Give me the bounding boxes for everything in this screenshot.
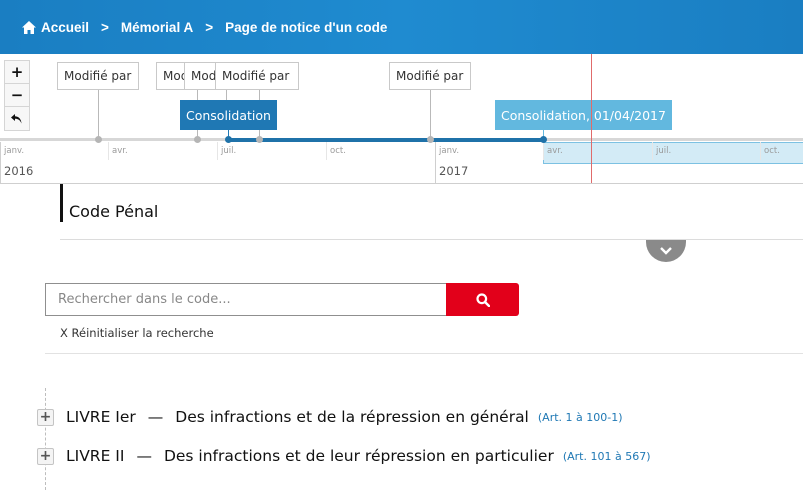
month-label: janv. xyxy=(4,146,25,156)
zoom-controls: + − xyxy=(4,60,30,131)
reset-search-link[interactable]: X Réinitialiser la recherche xyxy=(60,326,214,340)
year-tick xyxy=(435,142,436,183)
zoom-out-button[interactable]: − xyxy=(5,84,29,107)
zoom-in-button[interactable]: + xyxy=(5,61,29,84)
code-title: Code Pénal xyxy=(60,184,158,222)
month-label: juil. xyxy=(656,146,672,156)
month-tick xyxy=(760,142,761,160)
breadcrumb-separator: > xyxy=(101,19,109,35)
tree-item-number: LIVRE II xyxy=(66,447,125,465)
breadcrumb-separator: > xyxy=(205,19,214,35)
month-label: avr. xyxy=(112,146,128,156)
tree-item-range: (Art. 1 à 100-1) xyxy=(537,410,623,424)
event-modified-4[interactable]: Modifié par xyxy=(215,62,299,90)
breadcrumb-bar: Accueil > Mémorial A > Page de notice d'… xyxy=(0,0,803,54)
search-icon xyxy=(475,292,490,307)
breadcrumb-item-current: Page de notice d'un code xyxy=(225,19,388,35)
expand-toggle-button[interactable] xyxy=(646,240,686,262)
event-connector xyxy=(98,90,99,138)
breadcrumb-item-memorial[interactable]: Mémorial A xyxy=(121,20,193,35)
consolidation-future[interactable]: Consolidation, 01/04/2017 xyxy=(495,100,672,130)
event-modified-1[interactable]: Modifié par xyxy=(57,62,139,90)
version-timeline[interactable]: janv. avr. juil. oct. janv. avr. juil. o… xyxy=(0,54,803,184)
event-modified-5[interactable]: Modifié par xyxy=(389,62,471,90)
breadcrumb-home[interactable]: Accueil xyxy=(22,20,89,35)
month-tick xyxy=(543,142,544,160)
undo-icon xyxy=(11,113,22,123)
event-marker[interactable] xyxy=(427,136,434,143)
tree-item-dash: — xyxy=(136,447,152,465)
tree-item-livre-2[interactable]: + LIVRE II — Des infractions et de leur … xyxy=(37,447,651,465)
search-button[interactable] xyxy=(446,283,519,316)
event-marker[interactable] xyxy=(95,136,102,143)
tree-item-livre-1[interactable]: + LIVRE Ier — Des infractions et de la r… xyxy=(37,408,623,426)
consolidation-marker[interactable] xyxy=(225,136,232,143)
expand-plus-icon[interactable]: + xyxy=(37,408,54,426)
tree-item-number: LIVRE Ier xyxy=(66,408,136,426)
month-tick xyxy=(108,142,109,160)
reset-view-button[interactable] xyxy=(5,107,29,130)
event-marker[interactable] xyxy=(256,136,263,143)
month-tick xyxy=(326,142,327,160)
expand-plus-icon[interactable]: + xyxy=(37,447,54,465)
month-tick xyxy=(652,142,653,160)
consolidation-current[interactable]: Consolidation xyxy=(180,100,277,130)
event-marker[interactable] xyxy=(194,136,201,143)
tree-guide-line xyxy=(45,388,46,490)
breadcrumb-home-label: Accueil xyxy=(41,19,90,35)
month-label: oct. xyxy=(330,146,346,156)
tree-item-title[interactable]: Des infractions et de la répression en g… xyxy=(175,408,529,426)
year-label: 2017 xyxy=(439,164,469,178)
year-label: 2016 xyxy=(4,164,34,178)
home-icon xyxy=(22,20,36,34)
month-label: janv. xyxy=(439,146,460,156)
tree-item-dash: — xyxy=(147,408,164,426)
consolidation-marker[interactable] xyxy=(540,136,547,143)
current-date-line xyxy=(591,54,592,183)
chevron-down-icon xyxy=(660,247,672,255)
event-connector xyxy=(430,90,431,138)
month-tick xyxy=(217,142,218,160)
event-connector xyxy=(226,90,227,100)
month-label: juil. xyxy=(221,146,237,156)
search-input[interactable] xyxy=(45,283,447,316)
year-tick xyxy=(0,142,1,183)
month-label: oct. xyxy=(764,146,780,156)
month-label: avr. xyxy=(547,146,563,156)
search-divider xyxy=(45,353,803,354)
title-divider xyxy=(60,239,803,240)
tree-item-range: (Art. 101 à 567) xyxy=(562,449,651,463)
timeline-active-range xyxy=(228,138,543,142)
tree-item-title[interactable]: Des infractions et de leur répression en… xyxy=(164,447,554,465)
